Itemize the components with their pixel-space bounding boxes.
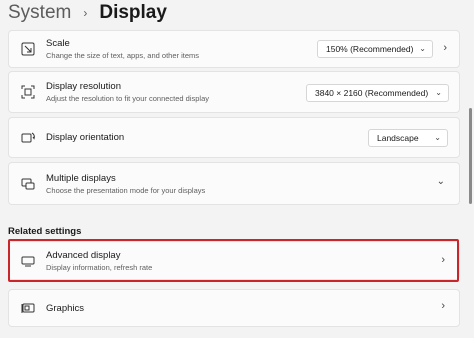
chevron-down-icon[interactable]: ⌄ [437,176,445,187]
resolution-card: Display resolution Adjust the resolution… [8,71,460,113]
multiple-displays-icon [19,175,37,193]
breadcrumb-separator: › [83,6,88,20]
resolution-dropdown-value: 3840 × 2160 (Recommended) [315,88,429,98]
orientation-icon [19,129,37,147]
scrollbar[interactable] [469,108,472,204]
scale-icon [19,40,37,58]
resolution-dropdown[interactable]: 3840 × 2160 (Recommended) ⌄ [306,84,449,102]
scale-text: Scale Change the size of text, apps, and… [46,38,199,60]
advanced-display-subtitle: Display information, refresh rate [46,262,153,272]
resolution-subtitle: Adjust the resolution to fit your connec… [46,94,210,103]
orientation-title: Display orientation [46,132,125,143]
multiple-displays-card[interactable]: Multiple displays Choose the presentatio… [8,162,460,205]
graphics-title: Graphics [46,302,85,314]
orientation-text: Display orientation [46,132,124,143]
chevron-down-icon: ⌄ [434,133,441,142]
scale-card: Scale Change the size of text, apps, and… [8,30,460,68]
resolution-title: Display resolution [46,81,121,92]
monitor-icon [19,252,37,270]
chevron-down-icon: ⌄ [435,88,442,97]
breadcrumb-system-link[interactable]: System [8,2,71,24]
advanced-display-text: Advanced display Display information, re… [46,250,152,272]
chevron-right-icon: › [441,254,445,266]
chevron-down-icon: ⌄ [419,44,426,53]
scale-dropdown-value: 150% (Recommended) [326,44,414,54]
advanced-display-card[interactable]: Advanced display Display information, re… [8,241,460,280]
page-title: Display [99,2,167,23]
graphics-card[interactable]: Graphics › [8,289,460,327]
chevron-right-icon: › [441,300,445,312]
graphics-text: Graphics [46,303,84,314]
breadcrumb: System › Display [8,0,167,26]
scale-title: Scale [46,38,70,49]
multiple-displays-text: Multiple displays Choose the presentatio… [46,173,205,195]
resolution-text: Display resolution Adjust the resolution… [46,81,209,103]
related-settings-label: Related settings [8,226,82,237]
resolution-icon [19,83,37,101]
orientation-dropdown[interactable]: Landscape ⌄ [368,129,448,147]
orientation-dropdown-value: Landscape [377,133,419,143]
multiple-displays-title: Multiple displays [46,172,116,184]
scale-dropdown[interactable]: 150% (Recommended) ⌄ [317,40,433,58]
multiple-displays-subtitle: Choose the presentation mode for your di… [46,185,206,195]
advanced-display-title: Advanced display [46,249,121,261]
scale-subtitle: Change the size of text, apps, and other… [46,51,200,60]
orientation-card: Display orientation Landscape ⌄ [8,117,460,158]
graphics-card-icon [19,299,37,317]
chevron-right-icon[interactable]: › [443,42,447,54]
